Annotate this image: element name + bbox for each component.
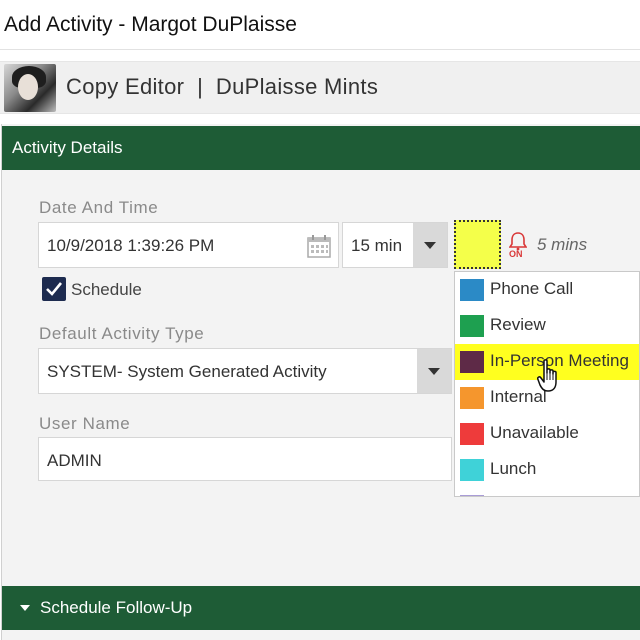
chevron-down-icon bbox=[428, 368, 440, 375]
section-header-activity-details[interactable]: Activity Details bbox=[2, 126, 640, 170]
activity-type-dropdown-button[interactable] bbox=[417, 349, 451, 393]
option-label: Unavailable bbox=[490, 423, 579, 442]
chevron-down-icon bbox=[424, 242, 436, 249]
color-option-review[interactable]: Review bbox=[455, 308, 639, 344]
schedule-checkbox[interactable] bbox=[42, 277, 66, 301]
option-label: Lunch bbox=[490, 459, 537, 478]
color-swatch bbox=[460, 387, 484, 409]
color-swatch bbox=[460, 351, 484, 373]
activity-type-label: Default Activity Type bbox=[39, 324, 205, 343]
window-title-bar: Add Activity - Margot DuPlaisse bbox=[0, 0, 640, 50]
user-name-value: ADMIN bbox=[47, 451, 102, 470]
hand-cursor-icon bbox=[536, 358, 563, 399]
collapse-triangle-icon bbox=[20, 605, 30, 611]
color-picker-button[interactable] bbox=[454, 220, 501, 269]
duration-dropdown-button[interactable] bbox=[413, 223, 447, 267]
activity-type-value: SYSTEM- System Generated Activity bbox=[47, 362, 327, 381]
contact-header: Copy Editor | DuPlaisse Mints bbox=[0, 61, 640, 114]
footer-title: Schedule Follow-Up bbox=[40, 598, 193, 617]
activity-type-select[interactable]: SYSTEM- System Generated Activity bbox=[38, 348, 452, 394]
checkmark-icon bbox=[46, 282, 63, 296]
option-label: Review bbox=[490, 315, 546, 334]
color-option-partial[interactable] bbox=[455, 488, 639, 496]
color-swatch bbox=[460, 279, 484, 301]
avatar bbox=[4, 64, 56, 112]
calendar-icon[interactable] bbox=[307, 234, 331, 263]
section-title: Activity Details bbox=[12, 138, 123, 157]
duration-value: 15 min bbox=[351, 236, 403, 255]
date-time-label: Date And Time bbox=[39, 198, 159, 217]
color-option-lunch[interactable]: Lunch bbox=[455, 452, 639, 488]
date-time-value: 10/9/2018 1:39:26 PM bbox=[47, 236, 215, 255]
section-header-schedule-follow-up[interactable]: Schedule Follow-Up bbox=[2, 586, 640, 630]
contact-role-company: Copy Editor | DuPlaisse Mints bbox=[66, 74, 379, 99]
user-name-label: User Name bbox=[39, 414, 131, 433]
window-title: Add Activity - Margot DuPlaisse bbox=[4, 13, 297, 36]
reminder-text: 5 mins bbox=[537, 235, 588, 254]
color-swatch bbox=[460, 459, 484, 481]
date-time-input[interactable]: 10/9/2018 1:39:26 PM bbox=[38, 222, 339, 268]
color-option-phone-call[interactable]: Phone Call bbox=[455, 272, 639, 308]
schedule-label[interactable]: Schedule bbox=[71, 280, 142, 300]
color-swatch bbox=[460, 495, 484, 496]
color-option-unavailable[interactable]: Unavailable bbox=[455, 416, 639, 452]
color-swatch bbox=[460, 315, 484, 337]
user-name-field[interactable]: ADMIN bbox=[38, 437, 452, 481]
option-label: Phone Call bbox=[490, 279, 574, 298]
reminder-state: ON bbox=[509, 249, 523, 259]
duration-select[interactable]: 15 min bbox=[342, 222, 448, 268]
color-swatch bbox=[460, 423, 484, 445]
